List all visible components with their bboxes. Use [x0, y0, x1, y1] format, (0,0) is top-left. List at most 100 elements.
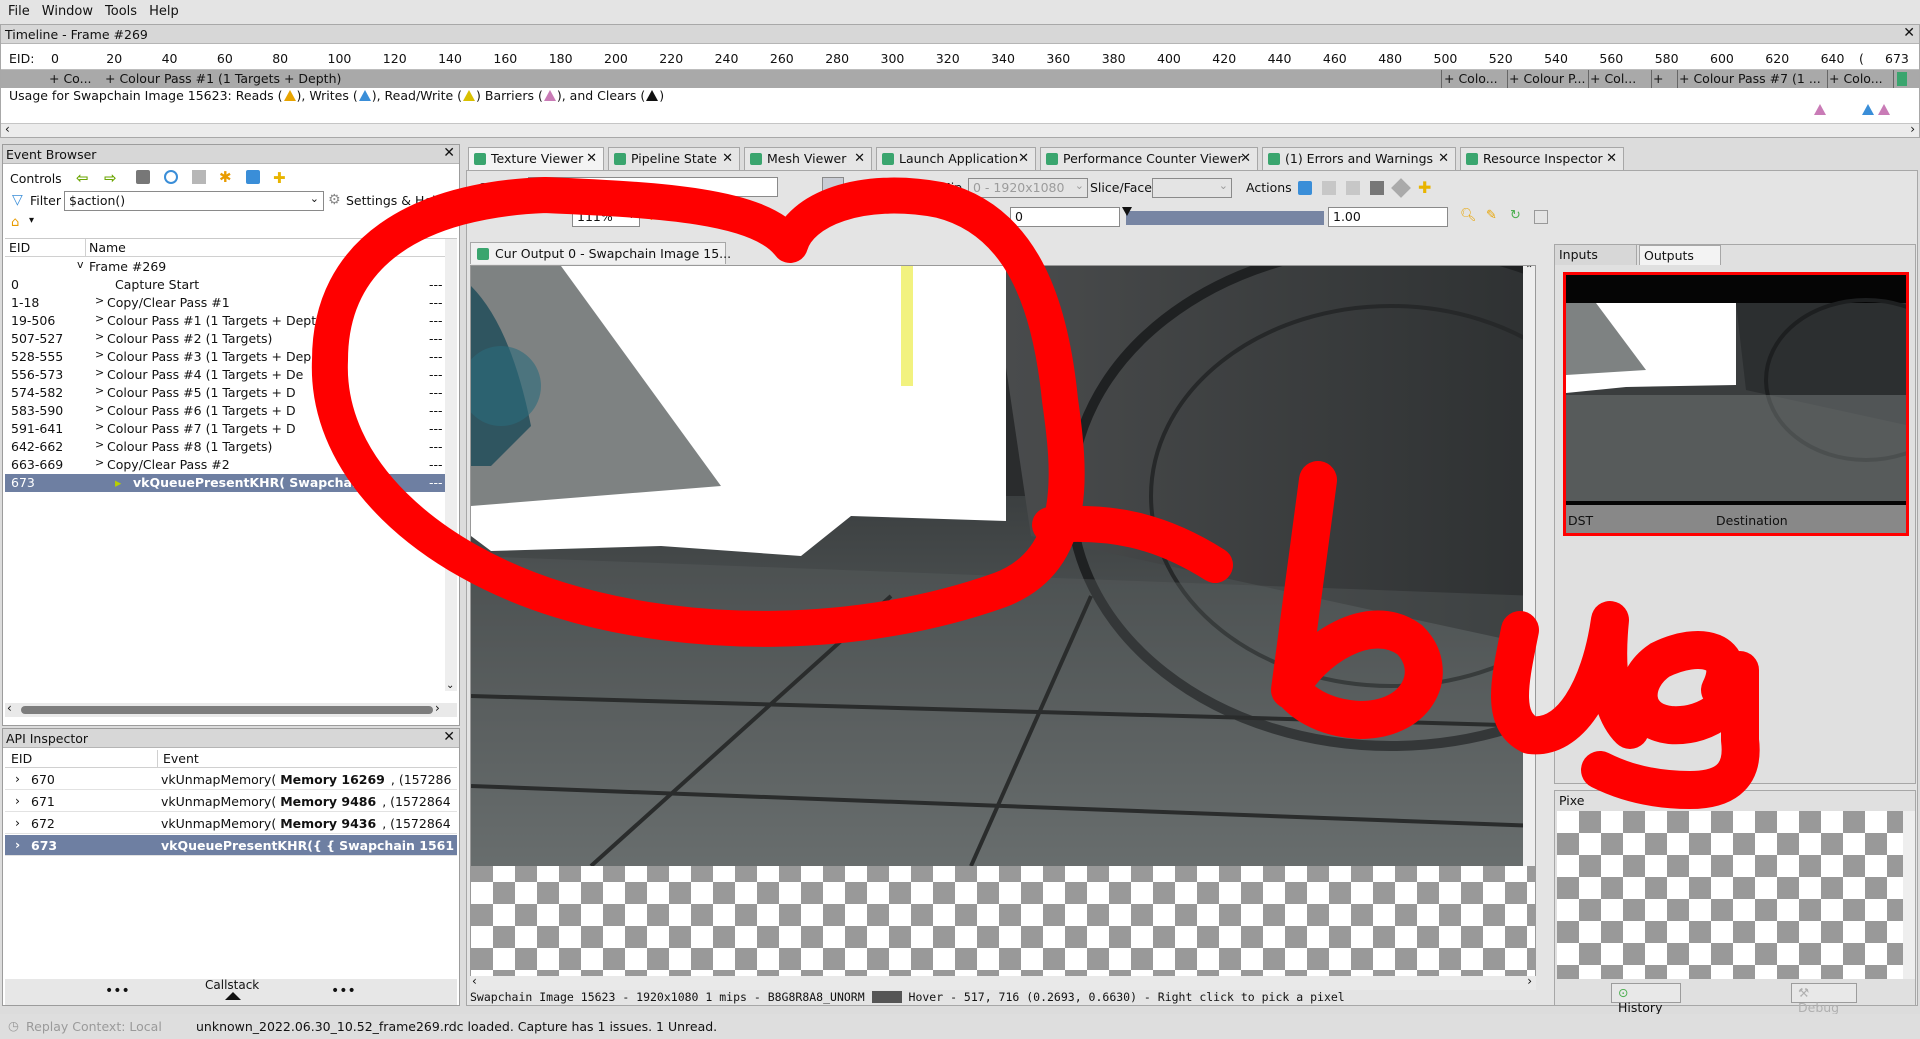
event-row[interactable]: 1-18 > Copy/Clear Pass #1 --- [5, 294, 445, 312]
copy-icon[interactable] [1322, 181, 1336, 195]
close-icon[interactable]: ✕ [586, 151, 597, 166]
puzzle-icon[interactable]: ✚ [1418, 178, 1431, 197]
chevron-right-icon[interactable]: > [95, 402, 104, 415]
puzzle-icon[interactable]: ✚ [273, 169, 286, 187]
bookmarks-icon[interactable] [1370, 181, 1384, 195]
callstack-label[interactable]: Callstack [205, 978, 259, 992]
mip-select[interactable]: 0 - 1920x1080 ⌄ [968, 178, 1088, 198]
close-icon[interactable]: ✕ [722, 151, 733, 166]
filter-input[interactable]: $action() ⌄ [64, 191, 324, 211]
chevron-right-icon[interactable]: > [95, 384, 104, 397]
chevron-right-icon[interactable]: > [95, 312, 104, 325]
api-object-link[interactable]: Memory 9486 [280, 794, 376, 809]
event-row[interactable]: 19-506 > Colour Pass #1 (1 Targets + Depth… [5, 312, 445, 330]
replay-context[interactable]: Replay Context: Local [26, 1019, 162, 1034]
pass-segment[interactable]: + Colour Pass #7 (1 ... [1679, 71, 1825, 86]
menu-file[interactable]: File [0, 0, 36, 19]
time-icon[interactable] [164, 170, 178, 184]
tab-launch-application[interactable]: Launch Application ✕ [876, 147, 1036, 170]
event-row[interactable]: 507-527 > Colour Pass #2 (1 Targets) --- [5, 330, 445, 348]
range-max-input[interactable]: 1.00 [1328, 207, 1448, 227]
scroll-left-icon[interactable]: ‹ [472, 974, 477, 988]
texture-viewport[interactable]: ⌃ [470, 265, 1536, 977]
gear-icon[interactable]: ⚙ [328, 192, 341, 208]
tab-mesh-viewer[interactable]: Mesh Viewer ✕ [744, 147, 872, 170]
zoom-fit-icon[interactable]: ↓ [646, 209, 657, 224]
event-row[interactable]: 583-590 > Colour Pass #6 (1 Targets + D --- [5, 402, 445, 420]
event-row[interactable]: 663-669 > Copy/Clear Pass #2 --- [5, 456, 445, 474]
chevron-right-icon[interactable]: › [15, 837, 20, 852]
autofit-icon[interactable]: ✎ [1486, 208, 1497, 223]
scroll-up-icon[interactable]: ⌃ [1525, 266, 1533, 275]
checker-button[interactable] [822, 177, 844, 199]
col-eid[interactable]: EID [9, 240, 30, 255]
api-row[interactable]: › 671 vkUnmapMemory(Memory 9486 , (1572864 [5, 791, 457, 812]
chevron-right-icon[interactable]: › [15, 815, 20, 830]
scroll-thumb[interactable] [21, 706, 433, 714]
api-row[interactable]: › 672 vkUnmapMemory(Memory 9436 , (1572864 [5, 813, 457, 834]
pass-segment[interactable]: + Colour P... [1509, 71, 1587, 86]
event-row[interactable]: 556-573 > Colour Pass #4 (1 Targets + De --… [5, 366, 445, 384]
close-icon[interactable]: ✕ [1606, 151, 1617, 166]
range-histogram[interactable] [1126, 211, 1324, 225]
pass-segment[interactable]: + [1653, 71, 1677, 86]
col-event[interactable]: Event [163, 751, 199, 766]
chevron-right-icon[interactable]: > [95, 438, 104, 451]
api-object-link[interactable]: Memory 9436 [280, 816, 376, 831]
chevron-right-icon[interactable]: › [15, 793, 20, 808]
event-row[interactable]: 0 Capture Start --- [5, 276, 445, 294]
close-icon[interactable]: ✕ [1018, 151, 1029, 166]
settings-help-button[interactable]: Settings & Help [346, 193, 443, 208]
history-button[interactable]: ⊙ History [1611, 983, 1681, 1015]
image-tab[interactable]: Cur Output 0 - Swapchain Image 15... [470, 242, 731, 264]
scroll-left-icon[interactable]: ‹ [5, 122, 10, 136]
save-icon[interactable] [1298, 181, 1312, 195]
chevron-right-icon[interactable]: > [95, 294, 104, 307]
reset-icon[interactable]: ↻ [1510, 208, 1521, 223]
wrench-icon[interactable] [1391, 178, 1411, 198]
pass-segment[interactable]: + Colo... [1444, 71, 1506, 86]
scroll-right-icon[interactable]: › [1527, 974, 1532, 988]
close-icon[interactable]: ✕ [443, 730, 455, 745]
chart-icon[interactable] [192, 170, 206, 184]
api-object-link[interactable]: Memory 16269 [280, 772, 385, 787]
chevron-right-icon[interactable]: > [95, 330, 104, 343]
settings-cog-icon[interactable]: ✱ [219, 168, 232, 186]
scroll-right-icon[interactable]: › [1910, 122, 1915, 136]
chevron-right-icon[interactable]: > [95, 348, 104, 361]
menu-tools[interactable]: Tools [99, 0, 143, 19]
col-eid[interactable]: EID [11, 751, 32, 766]
chevron-right-icon[interactable]: > [95, 456, 104, 469]
chevron-down-icon[interactable]: ▾ [29, 215, 34, 226]
channels-select[interactable] [528, 177, 778, 197]
pass-segment[interactable]: + Co... [49, 71, 101, 86]
pixel-context-view[interactable] [1557, 811, 1903, 979]
event-row[interactable]: 528-555 > Colour Pass #3 (1 Targets + Dep -… [5, 348, 445, 366]
event-row[interactable]: v Frame #269 [5, 258, 445, 276]
close-icon[interactable]: ✕ [1240, 151, 1251, 166]
back-arrow-icon[interactable]: ⇦ [76, 169, 92, 187]
histogram-icon[interactable] [1534, 210, 1548, 224]
debug-button[interactable]: ⚒ Debug [1791, 983, 1857, 1015]
event-row[interactable]: 642-662 > Colour Pass #8 (1 Targets) --- [5, 438, 445, 456]
chevron-down-icon[interactable]: v [77, 258, 84, 271]
close-icon[interactable]: ✕ [443, 146, 455, 161]
save-icon[interactable] [246, 170, 260, 184]
pass-segment[interactable]: + Col... [1590, 71, 1652, 86]
bookmarks-icon[interactable] [136, 170, 150, 184]
api-row[interactable]: › 673 vkQueuePresentKHR({ {Swapchain 1561 [5, 835, 457, 856]
menu-window[interactable]: Window [36, 0, 99, 19]
close-icon[interactable]: ✕ [1903, 26, 1915, 41]
chevron-right-icon[interactable]: > [95, 420, 104, 433]
event-tree-vscroll[interactable]: ⌄ [445, 239, 457, 691]
chevron-right-icon[interactable]: > [95, 366, 104, 379]
output-thumbnail[interactable]: DST Destination [1563, 272, 1909, 536]
api-row[interactable]: › 670 vkUnmapMemory(Memory 16269 , (157286 [5, 769, 457, 790]
scroll-left-icon[interactable]: ‹ [7, 701, 12, 715]
event-row[interactable]: 673 ▸ vkQueuePresentKHR( Swapchain Ima --- [5, 474, 445, 492]
collapse-dots-icon[interactable]: ••• [105, 983, 130, 999]
home-icon[interactable]: ⌂ [11, 215, 19, 230]
tab-1-errors-and-warnings[interactable]: (1) Errors and Warnings ✕ [1262, 147, 1456, 170]
tab-pipeline-state[interactable]: Pipeline State ✕ [608, 147, 740, 170]
event-row[interactable]: 574-582 > Colour Pass #5 (1 Targets + D --- [5, 384, 445, 402]
